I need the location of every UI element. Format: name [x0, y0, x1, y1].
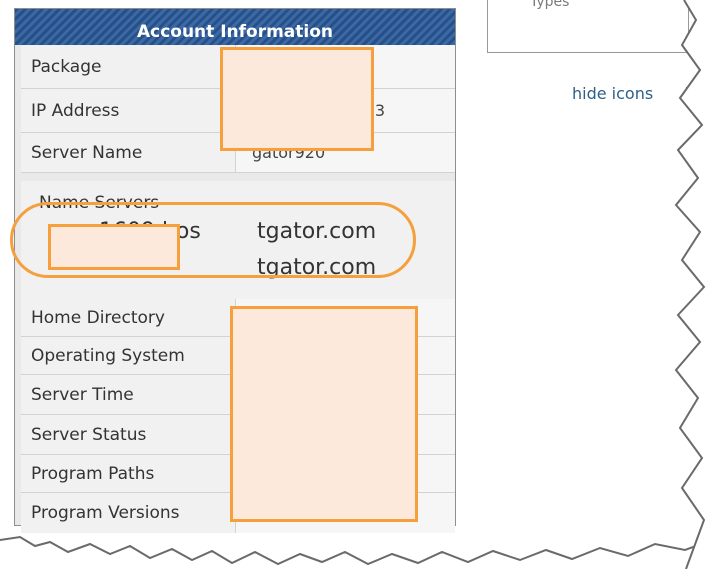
- server-name-label: Server Name: [31, 143, 143, 163]
- redaction-box-name-servers: [48, 224, 180, 270]
- program-paths-label: Program Paths: [31, 464, 155, 484]
- panel-title: Account Information: [15, 9, 455, 45]
- torn-edge-right: [674, 0, 715, 569]
- server-status-label: Server Status: [31, 425, 147, 445]
- operating-system-label: Operating System: [31, 346, 185, 366]
- hide-icons-link[interactable]: hide icons: [572, 84, 653, 103]
- server-time-label: Server Time: [31, 385, 134, 405]
- torn-edge-bottom: [0, 535, 715, 569]
- home-directory-label: Home Directory: [31, 308, 165, 328]
- types-text: Types: [530, 0, 570, 10]
- redaction-box-package-ip: [220, 47, 374, 151]
- package-label: Package: [31, 57, 102, 77]
- top-right-box: [487, 0, 689, 53]
- ip-address-label: IP Address: [31, 101, 120, 121]
- redaction-box-details: [230, 306, 418, 522]
